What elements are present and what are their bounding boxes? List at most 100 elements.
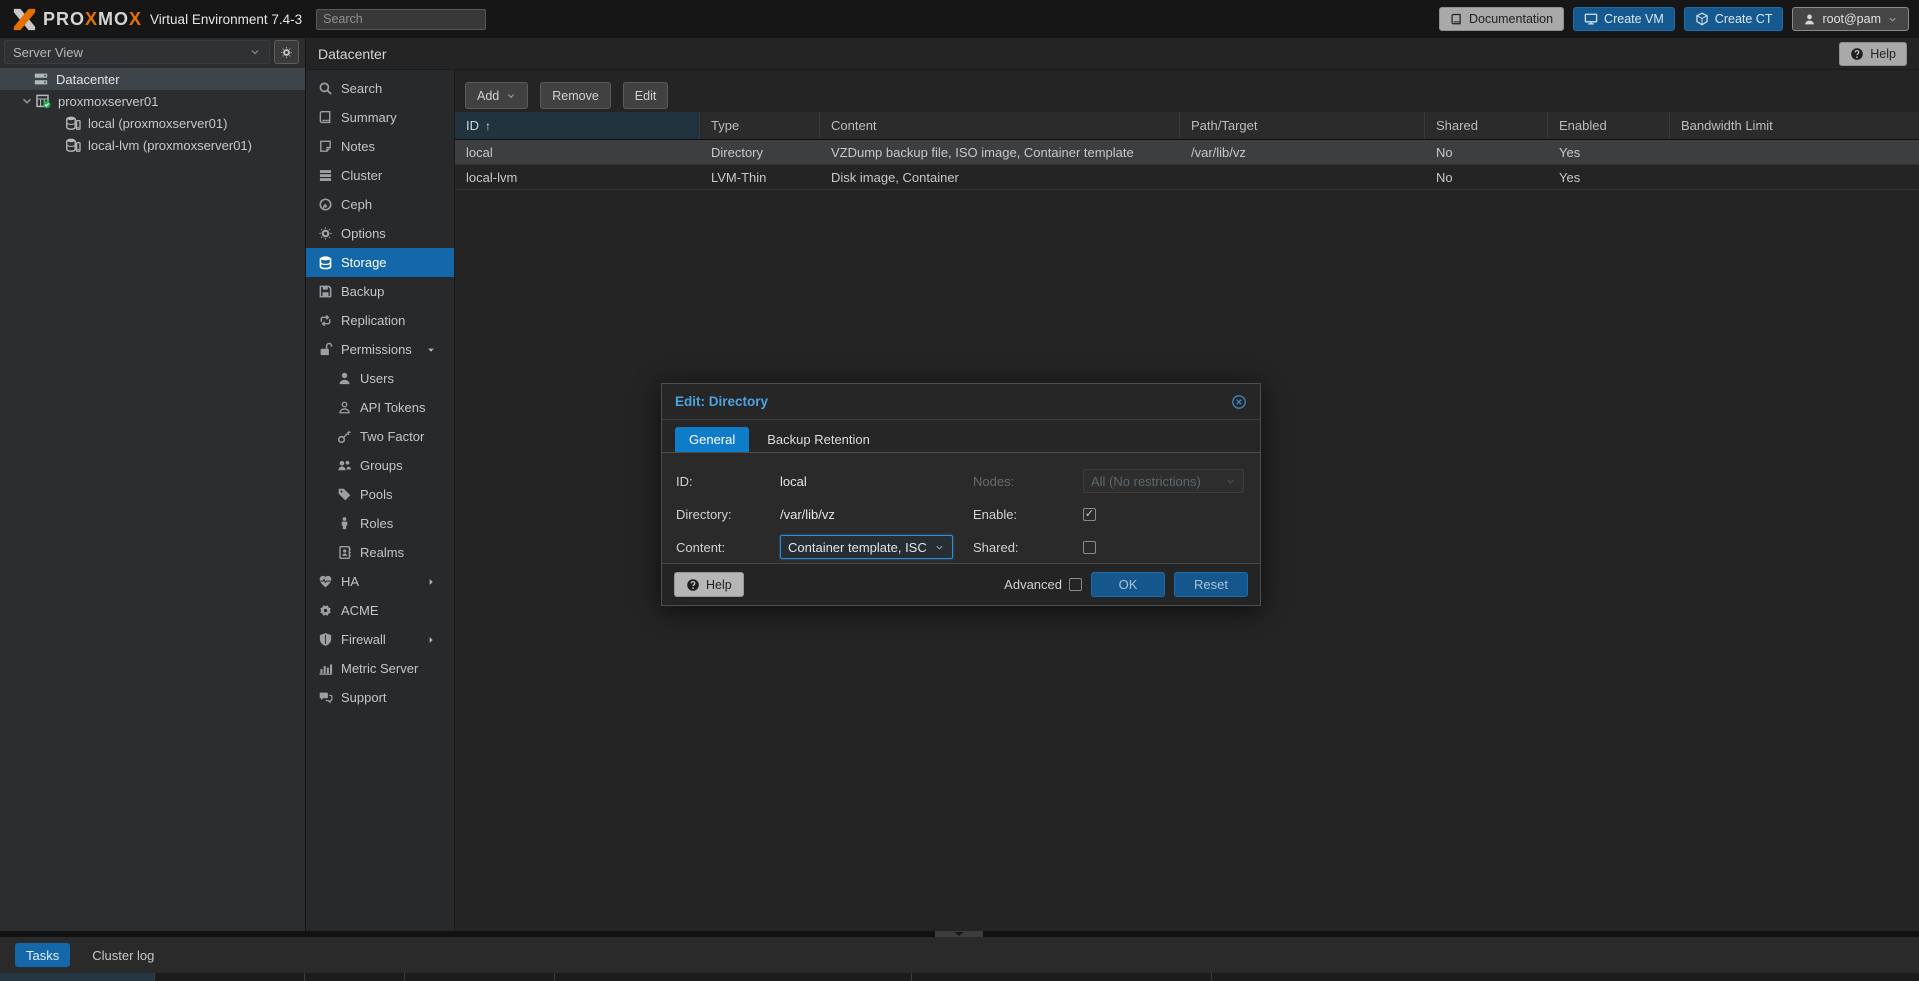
tree-item-label: proxmoxserver01 [58,94,158,109]
chevron-down-icon [1887,14,1898,25]
global-search-input[interactable] [316,9,486,30]
menu-item-icon [318,603,333,618]
content-select[interactable]: Container template, ISC [780,535,953,559]
datacenter-nav-menu: Search Summary Notes [306,70,455,931]
dialog-tab[interactable]: General [675,427,749,452]
menu-item[interactable]: Support [306,683,454,712]
menu-item[interactable]: Users [306,364,454,393]
cell-type: Directory [700,140,820,164]
tasks-tab-button[interactable]: Tasks [15,943,70,967]
create-ct-label: Create CT [1715,12,1773,26]
gear-icon [280,46,293,59]
advanced-checkbox[interactable] [1069,578,1082,591]
tree-settings-button[interactable] [274,40,299,64]
cell-shared: No [1425,140,1548,164]
menu-item-label: ACME [341,603,379,618]
menu-item[interactable]: Realms [306,538,454,567]
tree-header: Server View [0,38,305,66]
menu-item[interactable]: Summary [306,103,454,132]
menu-item[interactable]: Roles [306,509,454,538]
dialog-footer: Help Advanced OK Reset [662,563,1260,605]
menu-item[interactable]: Pools [306,480,454,509]
cell-enabled: Yes [1548,140,1670,164]
menu-item[interactable]: Permissions [306,335,454,364]
tree-item-icon [65,115,81,131]
column-header-enabled[interactable]: Enabled [1548,112,1670,139]
menu-item-icon [337,458,352,473]
menu-item[interactable]: API Tokens [306,393,454,422]
menu-item[interactable]: Cluster [306,161,454,190]
menu-item-icon [337,487,352,502]
menu-item[interactable]: ACME [306,596,454,625]
caret-down-icon [425,344,437,356]
view-mode-select[interactable]: Server View [4,40,270,64]
shared-checkbox[interactable] [1083,541,1096,554]
nodes-select-value: All (No restrictions) [1091,474,1201,489]
menu-item[interactable]: Search [306,74,454,103]
menu-item-icon [318,661,333,676]
menu-item-icon [318,632,333,647]
menu-item-label: Ceph [341,197,372,212]
menu-item[interactable]: Storage [306,248,454,277]
menu-item-label: Realms [360,545,404,560]
reset-button[interactable]: Reset [1174,572,1248,597]
user-label: root@pam [1822,12,1881,26]
top-header-bar: PROXMOX Virtual Environment 7.4-3 Docume… [0,0,1919,38]
tree-item[interactable]: local (proxmoxserver01) [0,112,305,134]
menu-item-icon [318,313,333,328]
menu-item[interactable]: Ceph [306,190,454,219]
column-header-path[interactable]: Path/Target [1180,112,1425,139]
resource-tree-pane: Server View Datacenter proxmoxserver01 [0,38,306,931]
caret-right-icon [425,576,437,588]
remove-button[interactable]: Remove [540,82,611,109]
menu-item[interactable]: Options [306,219,454,248]
column-header-type[interactable]: Type [700,112,820,139]
tree-item[interactable]: proxmoxserver01 [0,90,305,112]
create-vm-button[interactable]: Create VM [1573,7,1675,31]
dialog-help-button[interactable]: Help [674,572,744,597]
tree-item[interactable]: local-lvm (proxmoxserver01) [0,134,305,156]
caret-right-icon [425,634,437,646]
column-header-id[interactable]: ID ↑ [455,112,700,139]
chevron-down-icon [249,46,261,58]
add-button[interactable]: Add [465,82,528,109]
menu-item[interactable]: Firewall [306,625,454,654]
table-row[interactable]: local Directory VZDump backup file, ISO … [455,140,1919,165]
cell-path: /var/lib/vz [1180,140,1425,164]
menu-item[interactable]: Backup [306,277,454,306]
menu-item-label: Replication [341,313,405,328]
column-header-content[interactable]: Content [820,112,1180,139]
menu-item-label: Storage [341,255,387,270]
documentation-button[interactable]: Documentation [1439,7,1564,31]
table-row[interactable]: local-lvm LVM-Thin Disk image, Container… [455,165,1919,190]
close-icon[interactable] [1231,394,1247,410]
create-ct-button[interactable]: Create CT [1684,7,1784,31]
menu-item-label: Permissions [341,342,412,357]
expander-icon[interactable] [20,94,34,108]
menu-item[interactable]: Notes [306,132,454,161]
menu-item[interactable]: Metric Server [306,654,454,683]
cluster-log-tab[interactable]: Cluster log [92,948,154,963]
edit-button[interactable]: Edit [623,82,669,109]
menu-item[interactable]: Groups [306,451,454,480]
tree-item[interactable]: Datacenter [0,68,305,90]
menu-item[interactable]: Replication [306,306,454,335]
menu-item-icon [318,197,333,212]
column-header-bandwidth[interactable]: Bandwidth Limit [1670,112,1919,139]
table-body: local Directory VZDump backup file, ISO … [455,140,1919,190]
menu-item-icon [337,545,352,560]
ok-button[interactable]: OK [1091,572,1165,597]
user-icon [1803,13,1816,26]
menu-item-icon [318,574,333,589]
menu-item-label: Groups [360,458,403,473]
enable-checkbox[interactable] [1083,508,1096,521]
help-button[interactable]: Help [1839,42,1907,66]
dialog-titlebar: Edit: Directory [662,384,1260,420]
dialog-tab[interactable]: Backup Retention [753,427,884,452]
wordmark-part: X [85,9,98,29]
menu-item[interactable]: Two Factor [306,422,454,451]
user-menu-button[interactable]: root@pam [1792,7,1909,31]
column-header-shared[interactable]: Shared [1425,112,1548,139]
menu-item-label: Search [341,81,382,96]
menu-item[interactable]: HA [306,567,454,596]
